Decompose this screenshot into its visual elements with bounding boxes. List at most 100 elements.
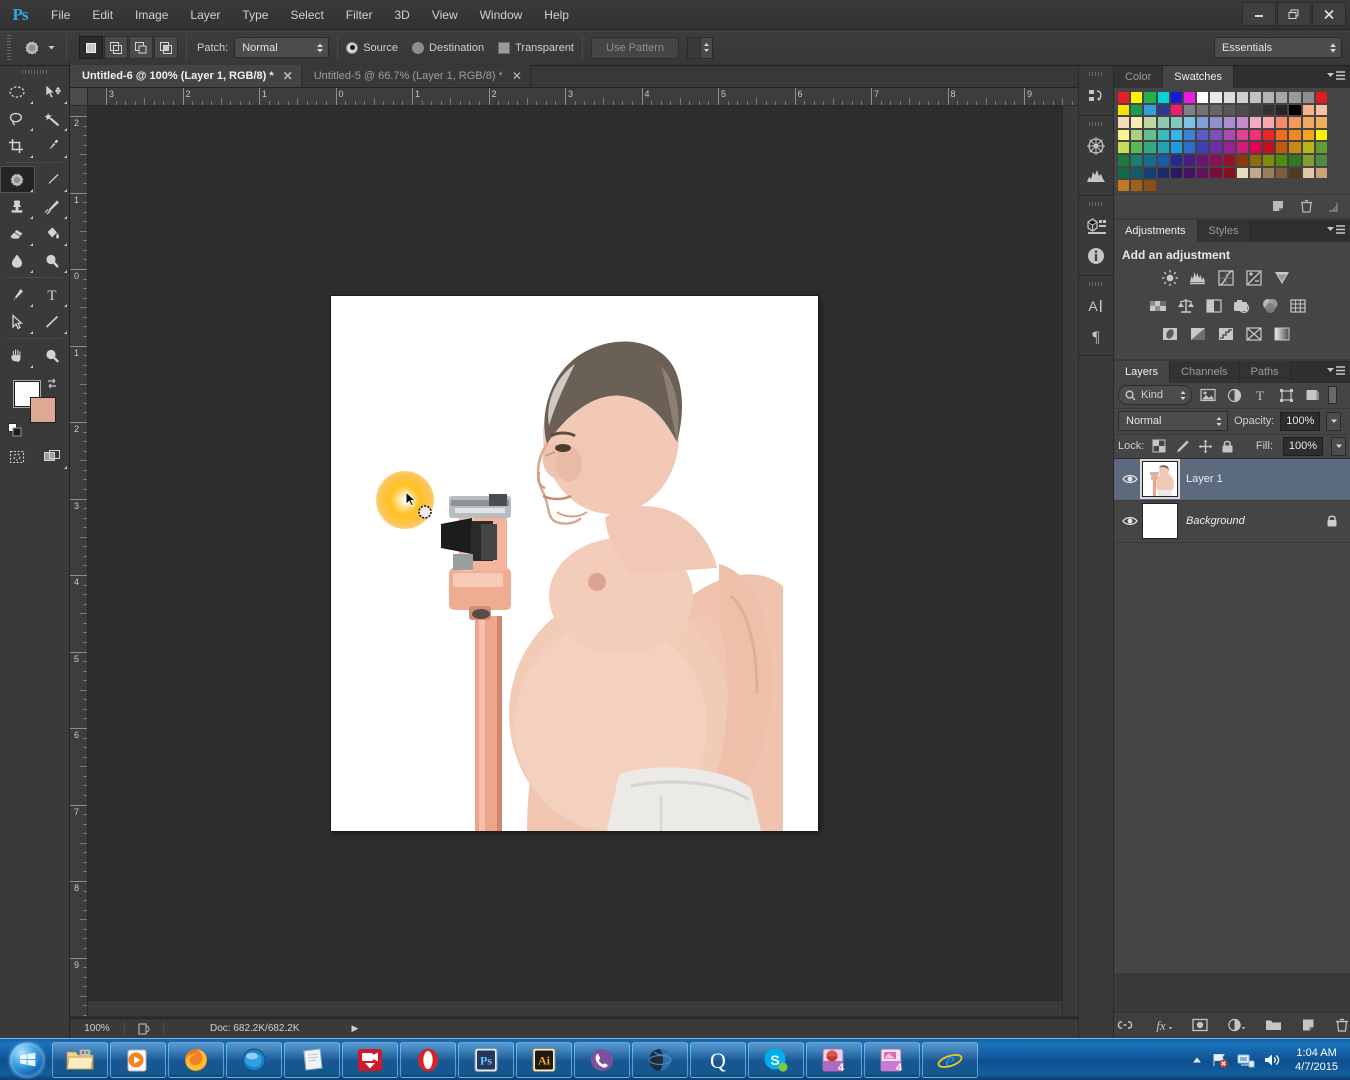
taskbar-item-internet-explorer[interactable]: e <box>922 1041 978 1078</box>
swatch-cell[interactable] <box>1196 153 1210 167</box>
swatch-cell[interactable] <box>1209 103 1223 117</box>
swatch-cell[interactable] <box>1235 103 1249 117</box>
swatch-cell[interactable] <box>1209 166 1223 180</box>
swatch-cell[interactable] <box>1143 128 1157 142</box>
restore-button[interactable] <box>1277 2 1311 26</box>
path-selection-tool[interactable] <box>0 308 35 335</box>
swatch-cell[interactable] <box>1314 103 1328 117</box>
swatch-cell[interactable] <box>1248 116 1263 129</box>
swatch-cell[interactable] <box>1248 166 1263 180</box>
swatch-cell[interactable] <box>1196 116 1210 129</box>
taskbar-item-qbittorrent[interactable]: Q <box>690 1041 746 1078</box>
taskbar-item-browser-dark[interactable] <box>632 1041 688 1078</box>
swatch-cell[interactable] <box>1262 179 1276 192</box>
menu-edit[interactable]: Edit <box>81 0 124 30</box>
layer-name[interactable]: Layer 1 <box>1186 473 1350 485</box>
filter-type-icon[interactable]: T <box>1250 385 1270 405</box>
swatch-cell[interactable] <box>1169 103 1183 117</box>
character-icon[interactable]: A <box>1079 291 1113 321</box>
layer-row-background[interactable]: Background <box>1114 500 1350 543</box>
swatch-cell[interactable] <box>1314 91 1328 104</box>
menu-type[interactable]: Type <box>231 0 279 30</box>
swatch-cell[interactable] <box>1248 141 1263 154</box>
menu-window[interactable]: Window <box>469 0 534 30</box>
tab-channels[interactable]: Channels <box>1170 360 1240 383</box>
tool-preset-arrow[interactable] <box>45 43 58 52</box>
swatch-cell[interactable] <box>1117 153 1131 167</box>
swatch-cell[interactable] <box>1130 179 1144 192</box>
swatch-cell[interactable] <box>1156 128 1170 142</box>
filter-pixel-icon[interactable] <box>1198 385 1218 405</box>
tab-swatches[interactable]: Swatches <box>1163 66 1234 88</box>
swatch-cell[interactable] <box>1222 103 1236 117</box>
ruler-corner[interactable] <box>70 88 88 106</box>
swatch-cell[interactable] <box>1117 103 1131 117</box>
swatch-cell[interactable] <box>1196 179 1210 192</box>
swatch-cell[interactable] <box>1275 153 1289 167</box>
options-bar-grip[interactable] <box>4 34 14 61</box>
swatch-cell[interactable] <box>1288 103 1302 117</box>
selective-color-icon[interactable] <box>1242 323 1266 345</box>
channel-mixer-icon[interactable] <box>1258 295 1282 317</box>
eyedropper-tool[interactable] <box>35 132 70 159</box>
blend-mode-select[interactable]: Normal <box>1118 411 1228 432</box>
dock-grip[interactable] <box>1089 119 1103 129</box>
layer-filter-kind-select[interactable]: Kind <box>1118 385 1192 406</box>
menu-view[interactable]: View <box>421 0 469 30</box>
swatch-cell[interactable] <box>1262 166 1276 180</box>
swatch-cell[interactable] <box>1156 153 1170 167</box>
tab-styles[interactable]: Styles <box>1197 219 1251 242</box>
swatch-cell[interactable] <box>1196 103 1210 117</box>
swatch-cell[interactable] <box>1235 153 1249 167</box>
swatch-cell[interactable] <box>1248 103 1263 117</box>
action-center-icon[interactable] <box>1211 1052 1229 1068</box>
swatch-cell[interactable] <box>1143 103 1157 117</box>
swatch-cell[interactable] <box>1143 141 1157 154</box>
swatch-cell[interactable] <box>1222 91 1236 104</box>
swatch-cell[interactable] <box>1156 179 1170 192</box>
dodge-tool[interactable] <box>35 247 70 274</box>
swatch-cell[interactable] <box>1275 179 1289 192</box>
rectangular-marquee-tool[interactable] <box>0 78 35 105</box>
filter-adjustment-icon[interactable] <box>1224 385 1244 405</box>
taskbar-item-media-player-4[interactable]: 4 <box>806 1041 862 1078</box>
tab-color[interactable]: Color <box>1114 66 1164 88</box>
swatch-cell[interactable] <box>1169 128 1183 142</box>
swatch-cell[interactable] <box>1143 153 1157 167</box>
3d-icon[interactable] <box>1079 211 1113 241</box>
swatches-grid[interactable] <box>1114 88 1350 194</box>
threshold-icon[interactable] <box>1214 323 1238 345</box>
new-selection-button[interactable] <box>79 36 103 59</box>
menu-image[interactable]: Image <box>124 0 179 30</box>
hue-saturation-icon[interactable] <box>1146 295 1170 317</box>
swatch-cell[interactable] <box>1130 128 1144 142</box>
document-preview-icon[interactable] <box>131 1023 157 1035</box>
taskbar-item-adobe-illustrator[interactable]: Ai <box>516 1041 572 1078</box>
filter-shape-icon[interactable] <box>1276 385 1296 405</box>
delete-swatch-icon[interactable] <box>1300 199 1313 213</box>
swatch-cell[interactable] <box>1117 166 1131 180</box>
menu-file[interactable]: File <box>40 0 81 30</box>
layer-visibility-icon[interactable] <box>1118 473 1142 485</box>
new-group-icon[interactable] <box>1265 1018 1282 1032</box>
invert-icon[interactable] <box>1158 323 1182 345</box>
lock-position-icon[interactable] <box>1198 439 1213 454</box>
taskbar-item-mozilla-firefox[interactable] <box>168 1041 224 1078</box>
source-radio-group[interactable]: Source <box>346 41 398 54</box>
swatch-cell[interactable] <box>1156 166 1170 180</box>
swatch-cell[interactable] <box>1130 91 1144 104</box>
swatch-cell[interactable] <box>1248 153 1263 167</box>
swatch-cell[interactable] <box>1235 116 1249 129</box>
screen-mode-button[interactable] <box>35 443 70 470</box>
panel-menu-button[interactable] <box>1326 70 1346 82</box>
swatch-cell[interactable] <box>1196 166 1210 180</box>
swatch-cell[interactable] <box>1301 91 1315 104</box>
menu-filter[interactable]: Filter <box>335 0 384 30</box>
swatch-cell[interactable] <box>1130 103 1144 117</box>
swatch-cell[interactable] <box>1182 116 1197 129</box>
swatch-cell[interactable] <box>1169 141 1183 154</box>
new-layer-icon[interactable] <box>1301 1018 1316 1032</box>
swatch-cell[interactable] <box>1156 116 1170 129</box>
swatch-cell[interactable] <box>1314 141 1328 154</box>
swatch-cell[interactable] <box>1262 128 1276 142</box>
